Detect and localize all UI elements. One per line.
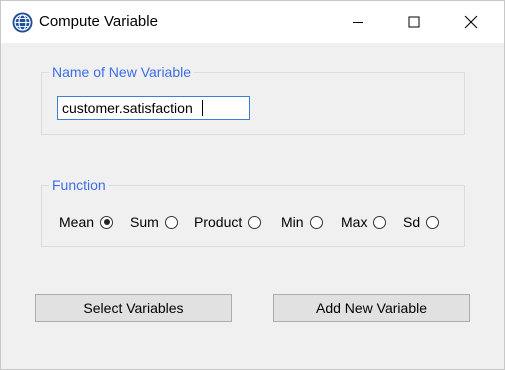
radio-button-product[interactable] [248, 215, 262, 229]
minimize-button[interactable] [335, 1, 381, 43]
name-group-legend: Name of New Variable [49, 64, 195, 80]
maximize-button[interactable] [391, 1, 437, 43]
radio-label-product: Product [194, 214, 243, 230]
select-variables-button[interactable]: Select Variables [35, 294, 232, 322]
radio-product[interactable]: Product [194, 212, 262, 232]
function-group-legend: Function [49, 177, 109, 193]
radio-max[interactable]: Max [341, 212, 387, 232]
maximize-icon [408, 16, 420, 28]
radio-mean[interactable]: Mean [59, 212, 114, 232]
radio-button-max[interactable] [373, 215, 387, 229]
radio-sd[interactable]: Sd [403, 212, 440, 232]
radio-label-max: Max [341, 214, 368, 230]
close-button[interactable] [448, 1, 494, 43]
radio-min[interactable]: Min [281, 212, 323, 232]
radio-label-sum: Sum [130, 214, 159, 230]
add-new-variable-button[interactable]: Add New Variable [273, 294, 470, 322]
compute-variable-window: Compute Variable Name of New Variable Fu… [0, 0, 505, 370]
radio-button-sd[interactable] [426, 215, 440, 229]
radio-label-sd: Sd [403, 214, 421, 230]
radio-label-mean: Mean [59, 214, 95, 230]
new-variable-name-input[interactable] [57, 96, 250, 120]
radio-label-min: Min [281, 214, 304, 230]
radio-button-sum[interactable] [164, 215, 178, 229]
window-title: Compute Variable [39, 13, 158, 30]
text-caret [202, 100, 203, 116]
radio-button-mean[interactable] [100, 215, 114, 229]
globe-icon [12, 12, 33, 33]
minimize-icon [353, 22, 363, 23]
radio-button-min[interactable] [309, 215, 323, 229]
title-bar[interactable]: Compute Variable [1, 1, 504, 43]
close-icon [464, 15, 478, 29]
radio-sum[interactable]: Sum [130, 212, 178, 232]
